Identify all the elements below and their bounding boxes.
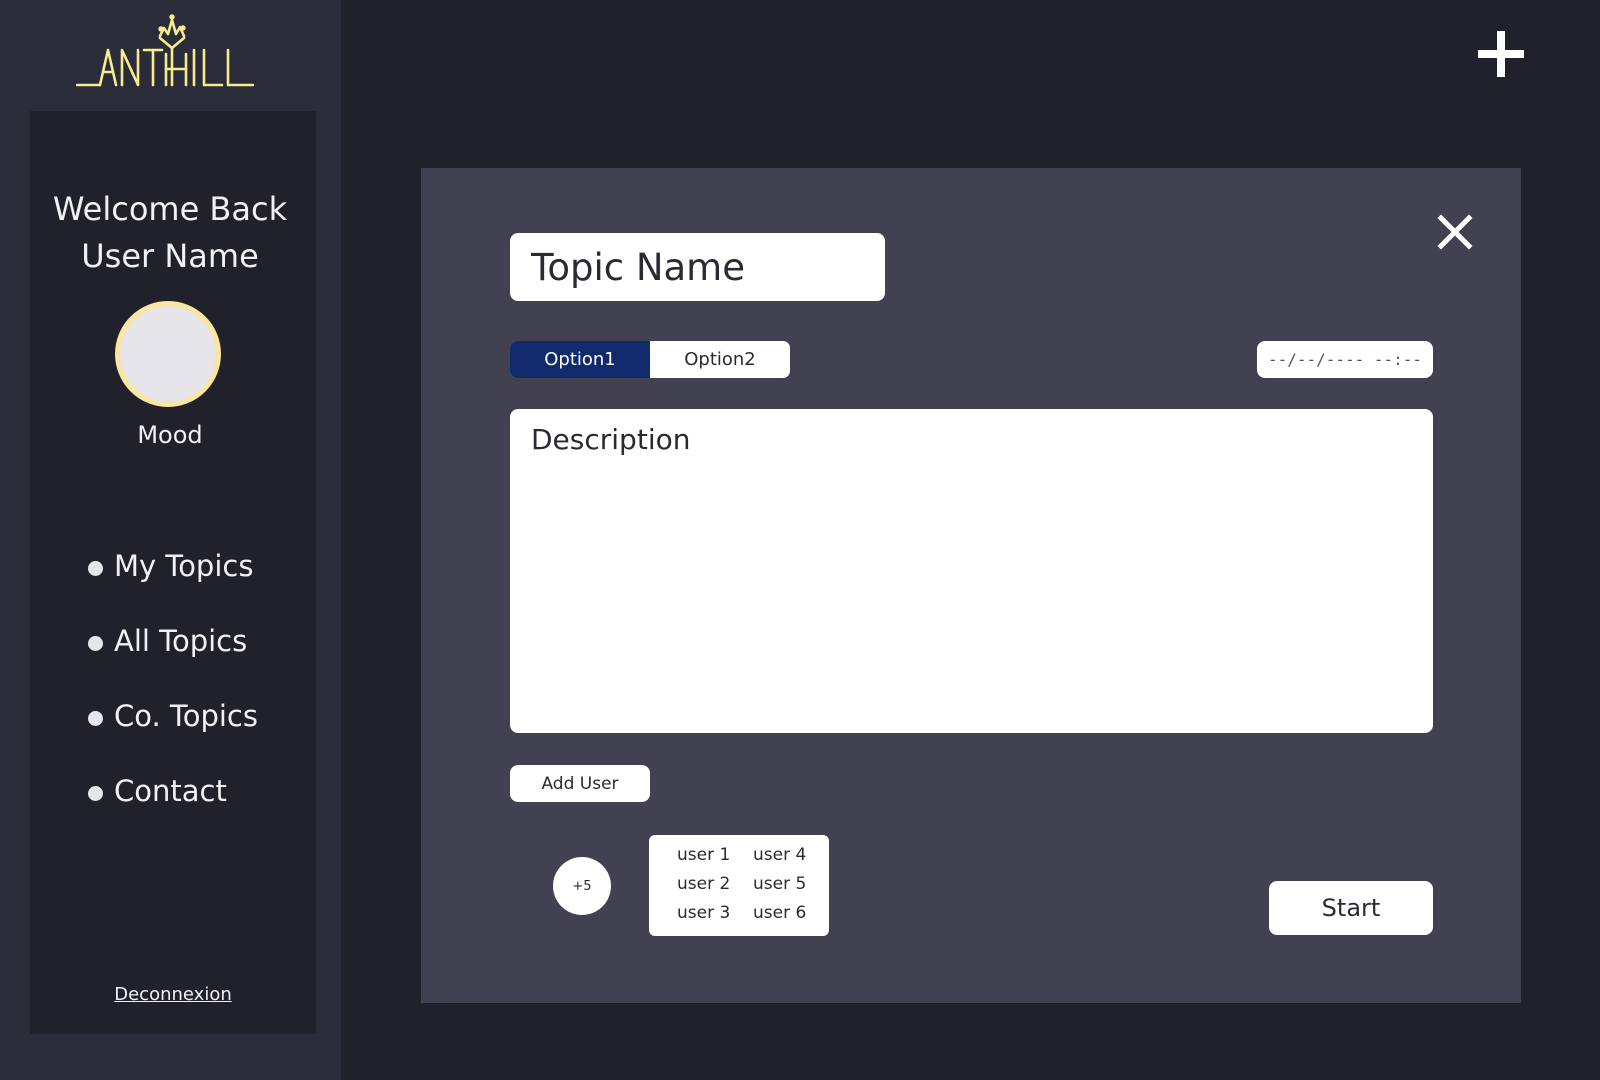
sidebar-item-co-topics[interactable]: Co. Topics [88,678,258,753]
side-panel: Welcome Back User Name Mood My Topics Al… [30,111,316,1034]
sidebar: Welcome Back User Name Mood My Topics Al… [0,0,341,1080]
list-item[interactable]: user 3 [677,899,753,928]
start-button[interactable]: Start [1269,881,1433,935]
anthill-crown-logo-icon [76,14,254,87]
welcome-text: Welcome Back User Name [30,186,310,280]
mood-label: Mood [137,421,203,449]
list-item[interactable]: user 5 [753,870,829,899]
user-list: user 1 user 4 user 2 user 5 user 3 user … [649,835,829,936]
option2-button[interactable]: Option2 [650,341,790,378]
anthill-logo[interactable] [76,14,254,90]
option-toggle: Option1 Option2 [510,341,790,378]
close-icon [1437,214,1473,250]
sidebar-nav: My Topics All Topics Co. Topics Contact [88,528,258,828]
close-button[interactable] [1437,214,1473,250]
sidebar-item-label: All Topics [114,623,248,658]
datetime-input[interactable]: --/--/---- --:-- [1257,341,1433,378]
plus-icon [1478,31,1524,77]
logout-link[interactable]: Deconnexion [30,984,316,1005]
bullet-icon [88,636,103,651]
sidebar-item-all-topics[interactable]: All Topics [88,603,258,678]
avatar[interactable] [115,301,221,407]
list-item[interactable]: user 4 [753,841,829,870]
topic-name-input[interactable] [510,233,885,301]
sidebar-item-my-topics[interactable]: My Topics [88,528,258,603]
list-item[interactable]: user 1 [677,841,753,870]
option1-button[interactable]: Option1 [510,341,650,378]
list-item[interactable]: user 6 [753,899,829,928]
description-input[interactable] [510,409,1433,733]
sidebar-item-label: My Topics [114,548,254,583]
add-topic-button[interactable] [1477,30,1525,78]
more-users-badge[interactable]: +5 [553,857,611,915]
bullet-icon [88,561,103,576]
bullet-icon [88,786,103,801]
add-user-button[interactable]: Add User [510,765,650,802]
user-name: User Name [81,237,259,275]
list-item[interactable]: user 2 [677,870,753,899]
sidebar-item-label: Contact [114,773,227,808]
welcome-line: Welcome Back [52,190,288,228]
bullet-icon [88,711,103,726]
new-topic-modal: Option1 Option2 --/--/---- --:-- Add Use… [421,168,1521,1003]
sidebar-item-contact[interactable]: Contact [88,753,258,828]
sidebar-item-label: Co. Topics [114,698,258,733]
